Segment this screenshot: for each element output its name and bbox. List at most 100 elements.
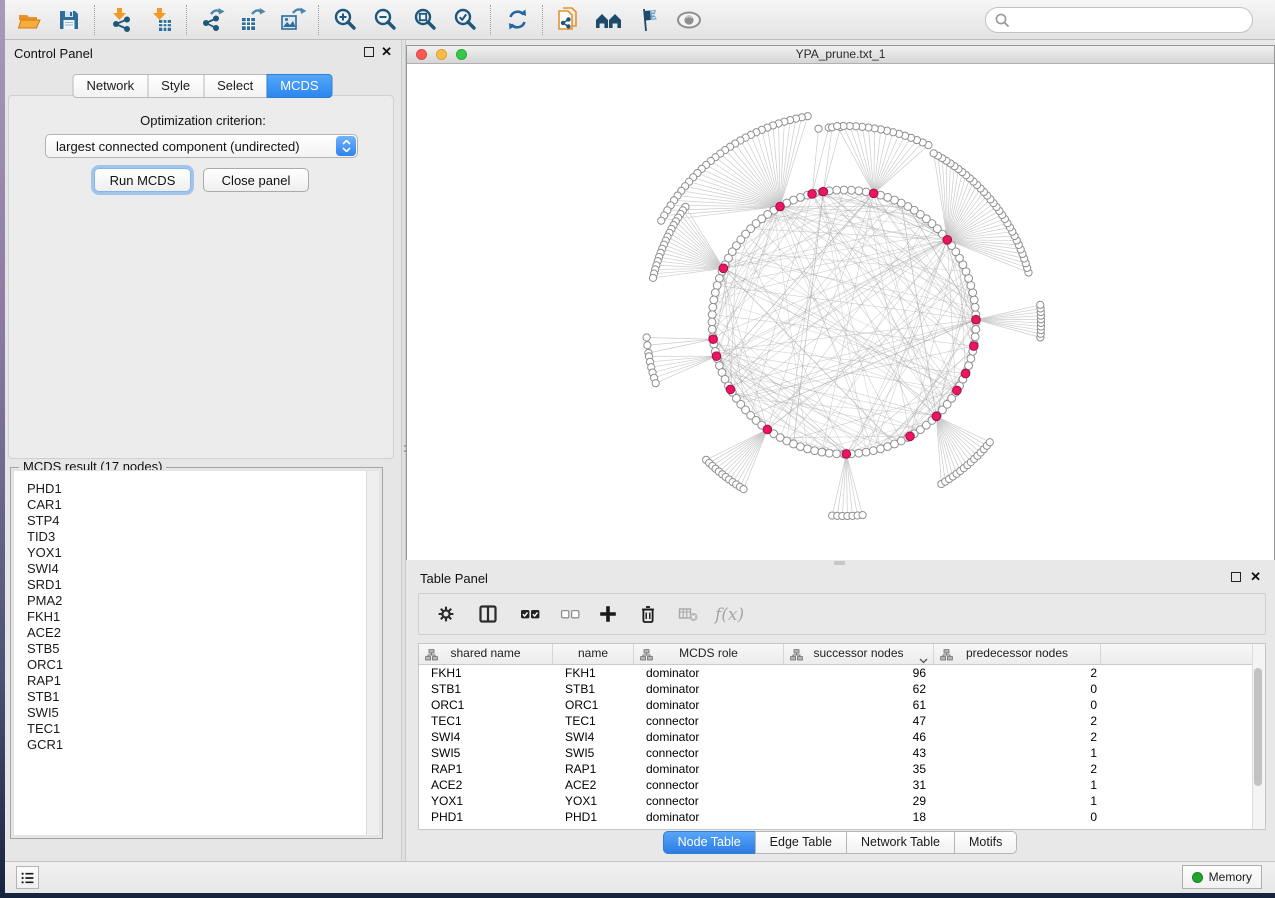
mcds-result-item[interactable]: SRD1 [14, 577, 365, 593]
column-header-predecessor-nodes[interactable]: predecessor nodes [934, 644, 1101, 664]
column-header-name[interactable]: name [553, 644, 634, 664]
network-node[interactable] [833, 186, 841, 194]
mcds-list-scrollbar[interactable] [366, 471, 379, 835]
add-column-button[interactable] [593, 599, 623, 629]
mcds-result-item[interactable]: SWI5 [14, 705, 365, 721]
network-node[interactable] [708, 318, 716, 326]
network-node[interactable] [713, 282, 721, 290]
network-node[interactable] [840, 186, 848, 194]
tab-network-table[interactable]: Network Table [846, 831, 955, 854]
network-hub-node[interactable] [943, 236, 952, 245]
network-node[interactable] [970, 296, 978, 304]
network-canvas[interactable] [407, 64, 1274, 560]
network-node[interactable] [804, 445, 812, 453]
close-panel-icon[interactable]: ✕ [1250, 569, 1261, 585]
mcds-result-item[interactable]: YOX1 [14, 545, 365, 561]
mcds-result-item[interactable]: PHD1 [14, 481, 365, 497]
network-node[interactable] [972, 326, 980, 334]
import-network-button[interactable] [101, 3, 141, 37]
network-node[interactable] [740, 486, 747, 493]
mcds-result-item[interactable]: STB1 [14, 689, 365, 705]
network-node[interactable] [869, 447, 877, 455]
save-session-button[interactable] [49, 3, 89, 37]
maximize-traffic-light[interactable] [456, 49, 467, 60]
search-box[interactable] [985, 7, 1253, 33]
mcds-result-item[interactable]: PMA2 [14, 593, 365, 609]
welcome-screen-button[interactable] [589, 3, 629, 37]
table-row[interactable]: SWI4SWI4dominator462 [419, 729, 1253, 745]
mcds-result-item[interactable]: STB5 [14, 641, 365, 657]
select-all-button[interactable] [515, 599, 545, 629]
table-settings-button[interactable] [431, 599, 461, 629]
network-hub-node[interactable] [808, 190, 817, 199]
table-row[interactable]: TEC1TEC1connector472 [419, 713, 1253, 729]
network-node[interactable] [971, 303, 979, 311]
zoom-selected-button[interactable] [445, 3, 485, 37]
network-node[interactable] [708, 326, 716, 334]
network-hub-node[interactable] [776, 202, 785, 211]
export-table-button[interactable] [233, 3, 273, 37]
export-network-button[interactable] [193, 3, 233, 37]
graphics-details-button[interactable] [629, 3, 669, 37]
zoom-in-button[interactable] [325, 3, 365, 37]
network-node[interactable] [834, 123, 841, 130]
tab-style[interactable]: Style [147, 74, 204, 98]
tab-mcds[interactable]: MCDS [266, 74, 332, 98]
network-node[interactable] [643, 334, 650, 341]
refresh-layout-button[interactable] [497, 3, 537, 37]
network-hub-node[interactable] [869, 189, 878, 198]
network-hub-node[interactable] [969, 342, 978, 351]
float-panel-icon[interactable] [1231, 572, 1241, 582]
network-node[interactable] [644, 342, 651, 349]
network-node[interactable] [811, 447, 819, 455]
network-hub-node[interactable] [961, 369, 970, 378]
close-panel-icon[interactable]: ✕ [381, 44, 392, 60]
tab-edge-table[interactable]: Edge Table [755, 831, 847, 854]
table-row[interactable]: ORC1ORC1dominator610 [419, 697, 1253, 713]
network-hub-node[interactable] [819, 187, 828, 196]
network-node[interactable] [971, 333, 979, 341]
network-node[interactable] [825, 449, 833, 457]
show-hide-button[interactable] [669, 3, 709, 37]
mcds-result-item[interactable]: TEC1 [14, 721, 365, 737]
network-node[interactable] [833, 450, 841, 458]
table-row[interactable]: ACE2ACE2connector311 [419, 777, 1253, 793]
column-header-shared-name[interactable]: shared name [419, 644, 553, 664]
tab-network[interactable]: Network [72, 74, 148, 98]
column-header-successor-nodes[interactable]: successor nodes [784, 644, 934, 664]
toggle-column-panel-button[interactable] [473, 599, 503, 629]
network-node[interactable] [658, 217, 665, 224]
mcds-result-item[interactable]: RAP1 [14, 673, 365, 689]
network-hub-node[interactable] [763, 425, 772, 434]
mcds-result-list[interactable]: PHD1CAR1STP4TID3YOX1SWI4SRD1PMA2FKH1ACE2… [13, 470, 380, 836]
export-image-button[interactable] [273, 3, 313, 37]
table-scrollbar-thumb[interactable] [1254, 668, 1262, 786]
run-mcds-button[interactable]: Run MCDS [94, 168, 191, 192]
minimize-traffic-light[interactable] [436, 49, 447, 60]
network-node[interactable] [708, 311, 716, 319]
table-row[interactable]: PHD1PHD1dominator180 [419, 809, 1253, 825]
network-node[interactable] [862, 448, 870, 456]
mcds-result-item[interactable]: ORC1 [14, 657, 365, 673]
network-hub-node[interactable] [906, 432, 915, 441]
zoom-fit-button[interactable] [405, 3, 445, 37]
network-node[interactable] [818, 448, 826, 456]
network-node[interactable] [1037, 301, 1044, 308]
column-header-mcds-role[interactable]: MCDS role [634, 644, 784, 664]
float-panel-icon[interactable] [364, 47, 374, 57]
network-hub-node[interactable] [842, 450, 851, 459]
network-node[interactable] [709, 303, 717, 311]
network-hub-node[interactable] [726, 385, 735, 394]
table-row[interactable]: YOX1YOX1connector291 [419, 793, 1253, 809]
network-node[interactable] [967, 355, 975, 363]
mcds-result-item[interactable]: STP4 [14, 513, 365, 529]
mcds-result-item[interactable]: CAR1 [14, 497, 365, 513]
mcds-result-item[interactable]: ACE2 [14, 625, 365, 641]
network-node[interactable] [986, 439, 993, 446]
mcds-result-item[interactable]: FKH1 [14, 609, 365, 625]
mcds-result-item[interactable]: TID3 [14, 529, 365, 545]
network-window-titlebar[interactable]: YPA_prune.txt_1 [407, 46, 1274, 64]
optimization-criterion-select[interactable]: largest connected component (undirected) [45, 134, 358, 158]
network-node[interactable] [859, 512, 866, 519]
search-input[interactable] [1015, 12, 1252, 29]
